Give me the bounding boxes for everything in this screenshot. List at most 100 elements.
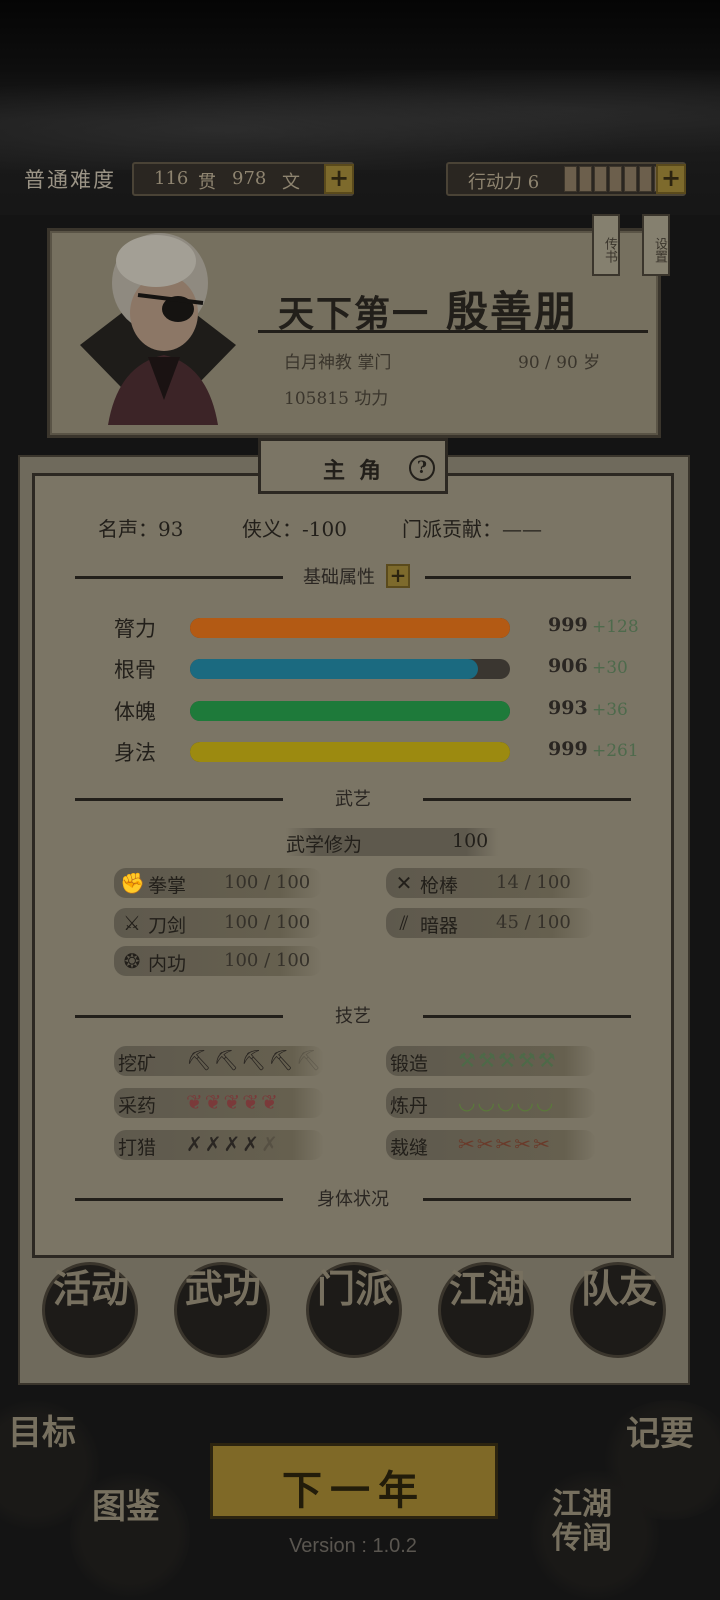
money-wen: 978 bbox=[232, 168, 267, 189]
anvil-icon: ⚒ bbox=[537, 1048, 556, 1072]
codex-button[interactable]: 图鉴 bbox=[92, 1488, 162, 1526]
character-name: 殷善朋 bbox=[446, 287, 579, 336]
notes-button[interactable]: 记要 bbox=[624, 1414, 694, 1454]
dart-icon: ⫽ bbox=[399, 911, 409, 935]
next-year-button[interactable]: 下一年 bbox=[210, 1443, 498, 1519]
needle-icon: ✂ bbox=[476, 1132, 494, 1156]
bowl-icon: ◡ bbox=[516, 1090, 534, 1114]
attribute-value: 906 bbox=[548, 655, 588, 677]
action-label: 门派 bbox=[317, 1266, 394, 1311]
money-guan-unit: 贯 bbox=[198, 172, 216, 193]
money-guan: 116 bbox=[154, 168, 189, 189]
action-label: 武功 bbox=[185, 1266, 262, 1311]
craft-4[interactable]: 打猎 ✗ ✗ ✗ ✗ ✗ bbox=[114, 1130, 324, 1160]
pickaxe-icon: ⛏ bbox=[240, 1048, 267, 1072]
craft-level: ❦ ❦ ❦ ❦ ❦ bbox=[186, 1090, 280, 1114]
action-label: 江湖 bbox=[449, 1266, 526, 1311]
craft-label: 挖矿 bbox=[118, 1053, 157, 1075]
skill-1[interactable]: ✕ 枪棒 14 / 100 bbox=[386, 868, 594, 898]
reputation: 名声：93 bbox=[98, 517, 184, 541]
craft-label: 采药 bbox=[118, 1095, 157, 1117]
action-label: 队友 bbox=[581, 1266, 658, 1311]
pickaxe-icon: ⛏ bbox=[295, 1048, 321, 1072]
settings-tag-button[interactable]: 设置 bbox=[642, 214, 670, 276]
add-attribute-button[interactable]: + bbox=[386, 564, 410, 588]
money-display: 116 贯 978 文 + bbox=[132, 162, 354, 196]
craft-3[interactable]: 炼丹 ◡ ◡ ◡ ◡ ◡ bbox=[386, 1088, 596, 1118]
skill-progress: 100 / 100 bbox=[224, 950, 311, 971]
ink-decoration bbox=[0, 70, 720, 170]
skill-label: 刀剑 bbox=[148, 915, 187, 937]
attribute-label: 身法 bbox=[114, 741, 156, 765]
attribute-bar bbox=[190, 659, 510, 679]
pickaxe-icon: ⛏ bbox=[268, 1048, 294, 1072]
skill-progress: 100 / 100 bbox=[224, 912, 311, 933]
martial-mastery: 武学修为 100 bbox=[286, 828, 498, 856]
attribute-value: 999 bbox=[548, 738, 588, 760]
attribute-bonus: +36 bbox=[592, 700, 628, 720]
craft-label: 炼丹 bbox=[390, 1095, 429, 1117]
craft-level: ⛏ ⛏ ⛏ ⛏ ⛏ bbox=[186, 1048, 323, 1072]
money-wen-unit: 文 bbox=[282, 172, 300, 193]
goal-button[interactable]: 目标 bbox=[8, 1414, 78, 1452]
skill-2[interactable]: ⚔ 刀剑 100 / 100 bbox=[114, 908, 322, 938]
stamina-label: 行动力 6 bbox=[468, 172, 540, 193]
skill-label: 内功 bbox=[148, 953, 187, 975]
mastery-value: 100 bbox=[452, 830, 489, 852]
version-label: Version : 1.0.2 bbox=[289, 1535, 417, 1557]
herb-icon: ❦ bbox=[242, 1090, 260, 1114]
craft-0[interactable]: 挖矿 ⛏ ⛏ ⛏ ⛏ ⛏ bbox=[114, 1046, 324, 1076]
craft-1[interactable]: 锻造 ⚒ ⚒ ⚒ ⚒ ⚒ bbox=[386, 1046, 596, 1076]
skill-0[interactable]: ✊ 拳掌 100 / 100 bbox=[114, 868, 322, 898]
needle-icon: ✂ bbox=[514, 1132, 532, 1156]
pickaxe-icon: ⛏ bbox=[213, 1048, 239, 1072]
skill-3[interactable]: ⫽ 暗器 45 / 100 bbox=[386, 908, 594, 938]
stamina-cell bbox=[579, 166, 592, 192]
craft-level: ✂ ✂ ✂ ✂ ✂ bbox=[458, 1132, 552, 1156]
attribute-bar bbox=[190, 701, 510, 721]
mastery-label: 武学修为 bbox=[286, 834, 363, 856]
attribute-bar bbox=[190, 618, 510, 638]
attribute-bar-fill bbox=[190, 701, 510, 721]
skill-label: 枪棒 bbox=[420, 875, 459, 897]
honor-title: 天下第一 bbox=[278, 293, 431, 335]
difficulty-label: 普通难度 bbox=[24, 168, 116, 192]
chivalry: 侠义：-100 bbox=[242, 517, 347, 541]
sect-contribution: 门派贡献：—— bbox=[402, 517, 542, 541]
section-base-attributes: 基础属性 bbox=[75, 563, 631, 591]
attribute-bonus: +128 bbox=[592, 617, 639, 637]
craft-2[interactable]: 采药 ❦ ❦ ❦ ❦ ❦ bbox=[114, 1088, 324, 1118]
tab-protagonist[interactable]: 主角 ? bbox=[258, 438, 448, 494]
action-button-1[interactable]: 武功 bbox=[174, 1262, 270, 1358]
herb-icon: ❦ bbox=[223, 1090, 241, 1114]
action-button-4[interactable]: 队友 bbox=[570, 1262, 666, 1358]
skill-4[interactable]: ❂ 内功 100 / 100 bbox=[114, 946, 322, 976]
bowl-icon: ◡ bbox=[458, 1090, 476, 1114]
attribute-label: 体魄 bbox=[114, 700, 156, 724]
add-money-button[interactable]: + bbox=[324, 164, 354, 194]
title-divider bbox=[258, 330, 648, 333]
attribute-bonus: +261 bbox=[592, 741, 639, 761]
character-avatar[interactable] bbox=[68, 225, 238, 435]
action-button-0[interactable]: 活动 bbox=[42, 1262, 138, 1358]
section-crafts: 技艺 bbox=[75, 1002, 631, 1030]
action-button-2[interactable]: 门派 bbox=[306, 1262, 402, 1358]
stamina-cells bbox=[564, 166, 669, 192]
anvil-icon: ⚒ bbox=[458, 1048, 476, 1072]
skill-progress: 45 / 100 bbox=[496, 912, 571, 933]
section-health: 身体状况 bbox=[75, 1185, 631, 1213]
craft-level: ✗ ✗ ✗ ✗ ✗ bbox=[186, 1132, 280, 1156]
character-power: 105815 功力 bbox=[284, 389, 389, 409]
letters-tag-button[interactable]: 传书 bbox=[592, 214, 620, 276]
attribute-value: 999 bbox=[548, 614, 588, 636]
bowl-icon: ◡ bbox=[535, 1090, 554, 1114]
stamina-cell bbox=[639, 166, 652, 192]
help-icon[interactable]: ? bbox=[409, 455, 435, 481]
qi-icon: ❂ bbox=[123, 949, 141, 973]
bow-icon: ✗ bbox=[223, 1132, 241, 1156]
herb-icon: ❦ bbox=[261, 1090, 278, 1114]
craft-5[interactable]: 裁缝 ✂ ✂ ✂ ✂ ✂ bbox=[386, 1130, 596, 1160]
attribute-bar-fill bbox=[190, 659, 478, 679]
add-stamina-button[interactable]: + bbox=[656, 164, 686, 194]
action-button-3[interactable]: 江湖 bbox=[438, 1262, 534, 1358]
